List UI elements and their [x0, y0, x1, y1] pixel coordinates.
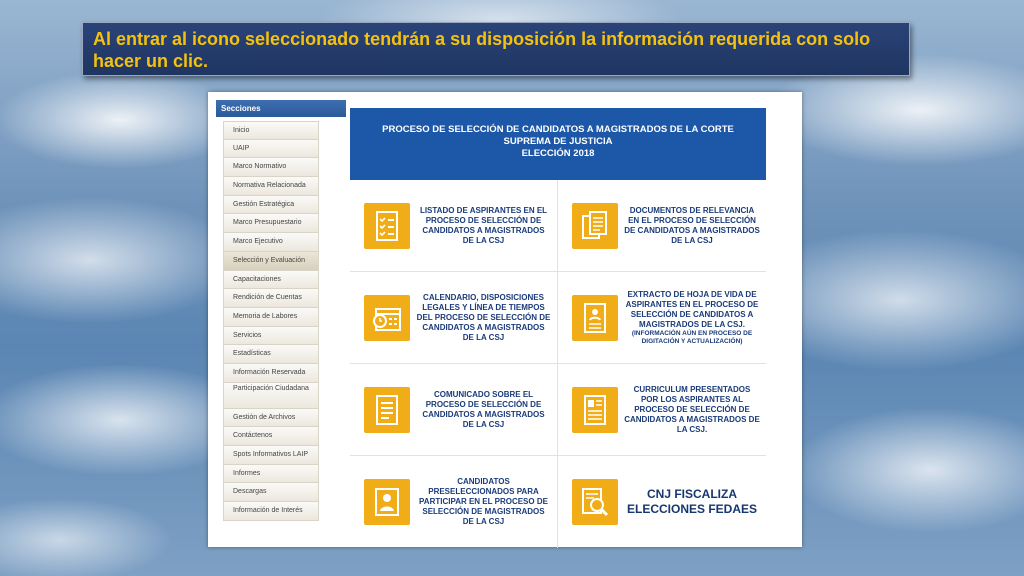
sections-sidebar: Secciones Inicio UAIP Marco Normativo No…	[216, 100, 346, 521]
calendar-icon[interactable]	[364, 294, 410, 341]
audit-icon[interactable]	[572, 479, 618, 525]
sidebar-item-marco-ejecutivo[interactable]: Marco Ejecutivo	[223, 233, 319, 252]
sidebar-item-inicio[interactable]: Inicio	[223, 121, 319, 140]
candidate-icon[interactable]	[364, 479, 410, 525]
sidebar-item-rendicion-cuentas[interactable]: Rendición de Cuentas	[223, 289, 319, 308]
sidebar-title: Secciones	[216, 100, 346, 117]
website-screenshot: Secciones Inicio UAIP Marco Normativo No…	[208, 92, 802, 548]
card-label[interactable]: LISTADO DE ASPIRANTES EN EL PROCESO DE S…	[410, 206, 557, 246]
sidebar-item-informacion-reservada[interactable]: Información Reservada	[223, 363, 319, 383]
card-comunicado[interactable]: COMUNICADO SOBRE EL PROCESO DE SELECCIÓN…	[350, 364, 558, 456]
header-line-2: SUPREMA DE JUSTICIA	[503, 136, 613, 147]
sidebar-item-normativa-relacionada[interactable]: Normativa Relacionada	[223, 177, 319, 196]
sidebar-item-informacion-interes[interactable]: Información de Interés	[223, 502, 319, 521]
header-line-1: PROCESO DE SELECCIÓN DE CANDIDATOS A MAG…	[382, 124, 734, 135]
sidebar-item-informes[interactable]: Informes	[223, 464, 319, 484]
sidebar-menu: Inicio UAIP Marco Normativo Normativa Re…	[223, 121, 319, 521]
sidebar-item-spots-laip[interactable]: Spots Informativos LAIP	[223, 446, 319, 465]
card-candidatos-preseleccionados[interactable]: CANDIDATOS PRESELECCIONADOS PARA PARTICI…	[350, 456, 558, 548]
curriculum-icon[interactable]	[572, 386, 618, 433]
card-note: (INFORMACIÓN AÚN EN PROCESO DE DIGITACIÓ…	[631, 329, 753, 345]
resume-icon[interactable]	[572, 294, 618, 341]
card-curriculum[interactable]: CURRICULUM PRESENTADOS POR LOS ASPIRANTE…	[558, 364, 766, 456]
sidebar-item-estadisticas[interactable]: Estadísticas	[223, 345, 319, 364]
card-label[interactable]: CANDIDATOS PRESELECCIONADOS PARA PARTICI…	[410, 477, 557, 527]
sidebar-item-gestion-estrategica[interactable]: Gestión Estratégica	[223, 195, 319, 215]
slide-caption: Al entrar al icono seleccionado tendrán …	[82, 22, 910, 76]
checklist-icon[interactable]	[364, 202, 410, 249]
card-label[interactable]: CNJ FISCALIZA ELECCIONES FEDAES	[618, 487, 766, 517]
sidebar-item-gestion-archivos[interactable]: Gestión de Archivos	[223, 408, 319, 428]
documents-icon[interactable]	[572, 202, 618, 249]
card-calendario[interactable]: CALENDARIO, DISPOSICIONES LEGALES Y LÍNE…	[350, 272, 558, 364]
card-documentos-relevancia[interactable]: DOCUMENTOS DE RELEVANCIA EN EL PROCESO D…	[558, 180, 766, 272]
sidebar-item-memoria-labores[interactable]: Memoria de Labores	[223, 307, 319, 327]
card-label[interactable]: CURRICULUM PRESENTADOS POR LOS ASPIRANTE…	[618, 385, 766, 435]
sidebar-item-seleccion-evaluacion[interactable]: Selección y Evaluación	[223, 251, 319, 271]
sidebar-item-marco-normativo[interactable]: Marco Normativo	[223, 158, 319, 178]
card-label[interactable]: CALENDARIO, DISPOSICIONES LEGALES Y LÍNE…	[410, 293, 557, 343]
card-label[interactable]: EXTRACTO DE HOJA DE VIDA DE ASPIRANTES E…	[618, 290, 766, 346]
sidebar-item-servicios[interactable]: Servicios	[223, 326, 319, 346]
sidebar-item-marco-presupuestario[interactable]: Marco Presupuestario	[223, 214, 319, 234]
sidebar-item-participacion-ciudadana[interactable]: Participación Ciudadana	[223, 382, 319, 409]
card-label[interactable]: DOCUMENTOS DE RELEVANCIA EN EL PROCESO D…	[618, 206, 766, 246]
card-extracto-hoja-vida[interactable]: EXTRACTO DE HOJA DE VIDA DE ASPIRANTES E…	[558, 272, 766, 364]
header-line-3: ELECCIÓN 2018	[521, 148, 595, 159]
sidebar-item-contactenos[interactable]: Contáctenos	[223, 427, 319, 446]
page-header: PROCESO DE SELECCIÓN DE CANDIDATOS A MAG…	[350, 108, 766, 180]
card-label-text[interactable]: EXTRACTO DE HOJA DE VIDA DE ASPIRANTES E…	[626, 290, 759, 329]
sidebar-item-descargas[interactable]: Descargas	[223, 483, 319, 503]
card-cnj-fiscaliza[interactable]: CNJ FISCALIZA ELECCIONES FEDAES	[558, 456, 766, 548]
sidebar-item-capacitaciones[interactable]: Capacitaciones	[223, 270, 319, 290]
announcement-icon[interactable]	[364, 386, 410, 433]
card-listado-aspirantes[interactable]: LISTADO DE ASPIRANTES EN EL PROCESO DE S…	[350, 180, 558, 272]
card-label[interactable]: COMUNICADO SOBRE EL PROCESO DE SELECCIÓN…	[410, 390, 557, 430]
sidebar-item-uaip[interactable]: UAIP	[223, 139, 319, 159]
